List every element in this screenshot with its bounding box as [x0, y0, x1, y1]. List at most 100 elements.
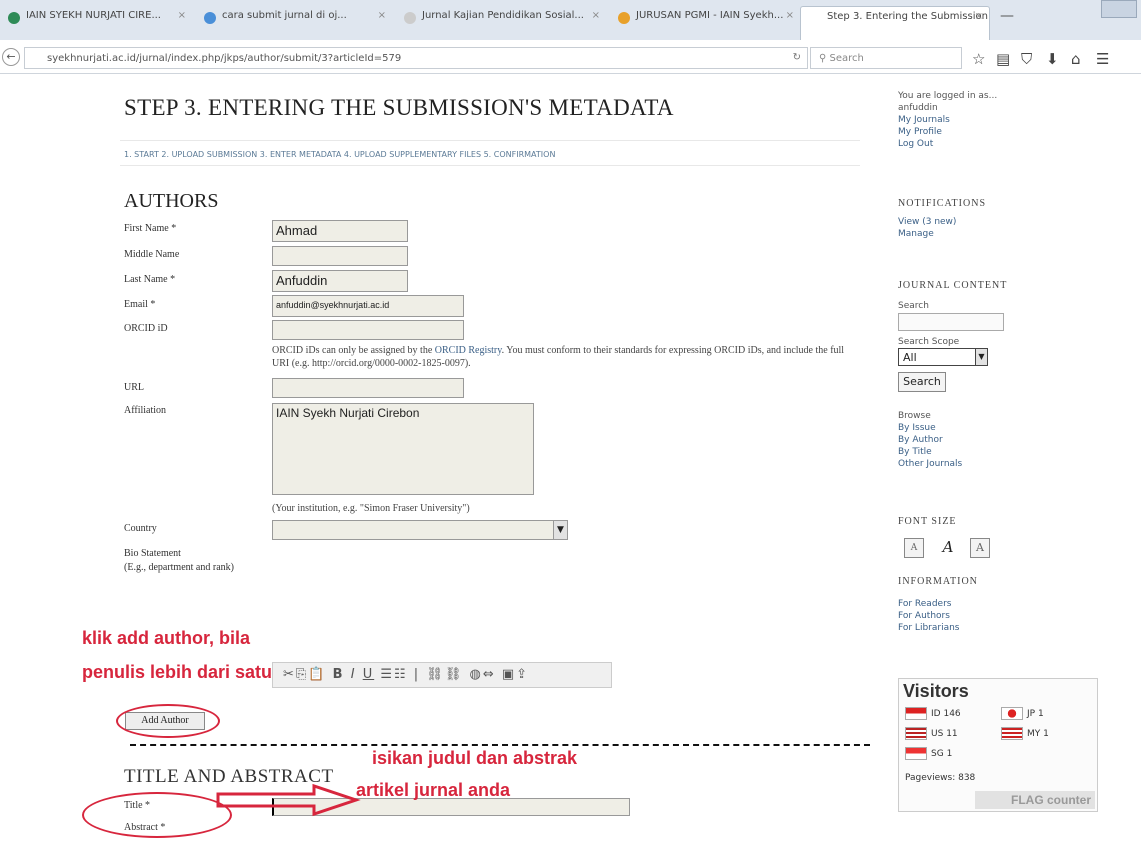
close-icon[interactable]: ×: [178, 10, 186, 21]
link-icon[interactable]: ⛓: [426, 667, 445, 682]
search-scope-select[interactable]: All ▼: [898, 348, 988, 366]
first-name-label: First Name *: [124, 223, 177, 234]
visitor-count-us: US 11: [931, 729, 958, 739]
country-select[interactable]: ▼: [272, 520, 568, 540]
bio-statement-hint: (E.g., department and rank): [124, 562, 234, 573]
notifications-manage-link[interactable]: Manage: [898, 228, 956, 240]
back-arrow-icon[interactable]: ←: [2, 48, 20, 66]
url-input[interactable]: [272, 378, 464, 398]
menu-icon[interactable]: ☰: [1096, 50, 1109, 68]
affiliation-hint: (Your institution, e.g. "Simon Fraser Un…: [272, 503, 470, 514]
font-size-medium-button[interactable]: A: [938, 538, 958, 558]
browser-tab-active[interactable]: Step 3. Entering the Submission... ×: [800, 6, 990, 40]
email-field[interactable]: anfuddin@syekhnurjati.ac.id: [272, 295, 464, 317]
reading-list-icon[interactable]: ▤: [996, 50, 1010, 68]
orcid-registry-link[interactable]: ORCID Registry: [435, 345, 502, 356]
tab-label: Step 3. Entering the Submission...: [827, 11, 990, 22]
home-icon[interactable]: ⌂: [1071, 50, 1081, 68]
close-icon[interactable]: ×: [592, 10, 600, 21]
bullet-list-icon[interactable]: ☰: [380, 667, 394, 682]
browser-tab[interactable]: cara submit jurnal di oj... ×: [196, 6, 392, 40]
cut-icon[interactable]: ✂: [283, 667, 296, 682]
browser-search-input[interactable]: ⚲ Search: [810, 47, 962, 69]
bold-icon[interactable]: B: [333, 667, 345, 682]
notifications-links: View (3 new) Manage: [898, 216, 956, 240]
browse-by-issue-link[interactable]: By Issue: [898, 422, 962, 434]
visitor-count-sg: SG 1: [931, 749, 953, 759]
annotation-ellipse-add-author: [116, 704, 220, 738]
information-links: For Readers For Authors For Librarians: [898, 598, 959, 634]
close-icon[interactable]: ×: [378, 10, 386, 21]
log-out-link[interactable]: Log Out: [898, 138, 997, 150]
annotation-add-author-line2: penulis lebih dari satu: [82, 662, 273, 682]
other-journals-link[interactable]: Other Journals: [898, 458, 962, 470]
url-field[interactable]: syekhnurjati.ac.id/jurnal/index.php/jkps…: [24, 47, 808, 69]
reload-icon[interactable]: ↻: [793, 52, 801, 63]
visitors-title: Visitors: [903, 681, 969, 701]
my-profile-link[interactable]: My Profile: [898, 126, 997, 138]
tab-label: Jurnal Kajian Pendidikan Sosial...: [422, 10, 584, 21]
browser-tab-bar: IAIN SYEKH NURJATI CIRE... × cara submit…: [0, 0, 1141, 40]
notifications-heading: NOTIFICATIONS: [898, 198, 986, 209]
visitors-widget[interactable]: Visitors ID 146 US 11 SG 1 JP 1 MY 1 Pag…: [898, 678, 1098, 812]
new-tab-icon[interactable]: —: [1000, 8, 1014, 24]
email-label: Email *: [124, 299, 156, 310]
orcid-help-text: ORCID iDs can only be assigned by the OR…: [272, 344, 862, 370]
tab-label: IAIN SYEKH NURJATI CIRE...: [26, 10, 161, 21]
copy-icon[interactable]: ⎘: [296, 667, 308, 682]
html-icon[interactable]: ⇔: [483, 667, 496, 682]
close-icon[interactable]: ×: [975, 11, 983, 22]
first-name-input[interactable]: Ahmad: [272, 220, 408, 242]
image-icon[interactable]: ▣: [502, 667, 516, 682]
flag-counter-logo[interactable]: FLAG counter: [975, 791, 1095, 809]
tab-label: JURUSAN PGMI - IAIN Syekh...: [636, 10, 784, 21]
for-readers-link[interactable]: For Readers: [898, 598, 959, 610]
notifications-view-link[interactable]: View (3 new): [898, 216, 956, 228]
close-icon[interactable]: ×: [786, 10, 794, 21]
paste-icon[interactable]: 📋: [308, 667, 326, 682]
annotation-ellipse-title-abstract: [82, 792, 232, 838]
browser-tab[interactable]: JURUSAN PGMI - IAIN Syekh... ×: [610, 6, 800, 40]
chevron-down-icon: ▼: [553, 521, 567, 539]
download-icon[interactable]: ⬇: [1046, 50, 1059, 68]
affiliation-textarea[interactable]: IAIN Syekh Nurjati Cirebon: [272, 403, 534, 495]
font-size-small-button[interactable]: A: [904, 538, 924, 558]
rich-text-toolbar[interactable]: ✂⎘📋 B I U ☰☷ | ⛓⛓ ◍⇔ ▣⇪: [272, 662, 612, 688]
url-label: URL: [124, 382, 144, 393]
dashed-divider: [130, 744, 870, 746]
annotation-add-author-line1: klik add author, bila: [82, 628, 251, 648]
orcid-label: ORCID iD: [124, 323, 168, 334]
bookmark-star-icon[interactable]: ☆: [972, 50, 985, 68]
google-favicon-icon: [204, 12, 216, 24]
submission-steps-breadcrumb[interactable]: 1. START 2. UPLOAD SUBMISSION 3. ENTER M…: [120, 140, 860, 166]
browser-tab[interactable]: Jurnal Kajian Pendidikan Sosial... ×: [396, 6, 606, 40]
upload-icon[interactable]: ⇪: [516, 667, 529, 682]
orcid-input[interactable]: [272, 320, 464, 340]
for-librarians-link[interactable]: For Librarians: [898, 622, 959, 634]
underline-icon[interactable]: U: [363, 667, 375, 682]
search-scope-value: All: [903, 351, 917, 364]
browse-by-title-link[interactable]: By Title: [898, 446, 962, 458]
browse-by-author-link[interactable]: By Author: [898, 434, 962, 446]
url-text: syekhnurjati.ac.id/jurnal/index.php/jkps…: [47, 53, 402, 64]
font-size-large-button[interactable]: A: [970, 538, 990, 558]
my-journals-link[interactable]: My Journals: [898, 114, 997, 126]
italic-icon[interactable]: I: [351, 667, 357, 682]
sidebar-search-input[interactable]: [898, 313, 1004, 331]
web-icon[interactable]: ◍: [469, 667, 482, 682]
search-scope-label: Search Scope: [898, 337, 960, 347]
journal-content-heading: JOURNAL CONTENT: [898, 280, 1008, 291]
for-authors-link[interactable]: For Authors: [898, 610, 959, 622]
pocket-icon[interactable]: ⛉: [1021, 50, 1032, 68]
last-name-input[interactable]: Anfuddin: [272, 270, 408, 292]
unlink-icon[interactable]: ⛓: [445, 667, 464, 682]
search-button[interactable]: Search: [898, 372, 946, 392]
middle-name-input[interactable]: [272, 246, 408, 266]
numbered-list-icon[interactable]: ☷: [394, 667, 408, 682]
window-controls[interactable]: [1101, 0, 1137, 18]
authors-heading: AUTHORS: [124, 190, 219, 212]
sidebar-user-block: You are logged in as... anfuddin My Jour…: [898, 90, 997, 150]
information-heading: INFORMATION: [898, 576, 978, 587]
browser-tab[interactable]: IAIN SYEKH NURJATI CIRE... ×: [0, 6, 192, 40]
search-label: Search: [898, 301, 929, 311]
